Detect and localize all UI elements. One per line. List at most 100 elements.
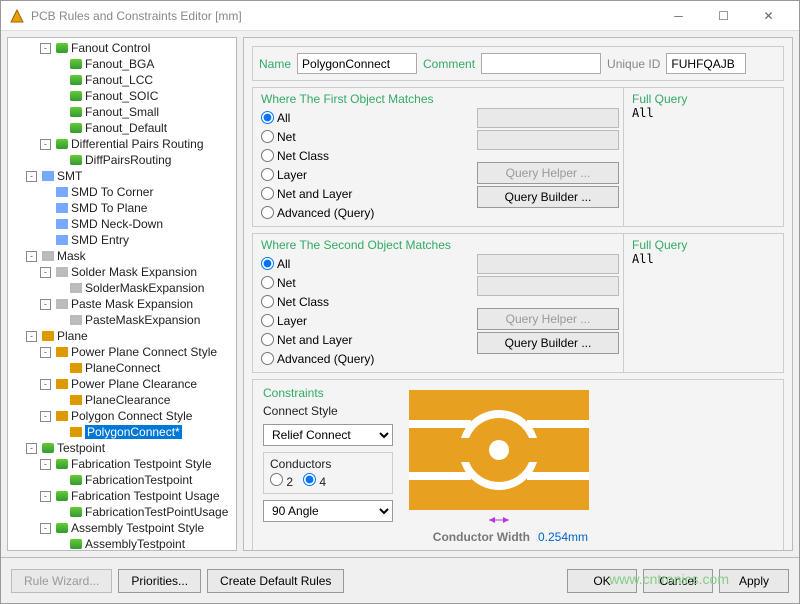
tree-item[interactable]: -Polygon Connect Style: [8, 408, 236, 424]
tree-item[interactable]: FabricationTestPointUsage: [8, 504, 236, 520]
tree-toggle-icon[interactable]: -: [40, 139, 51, 150]
query-helper-button-1[interactable]: Query Helper ...: [477, 162, 619, 184]
tree-item-label: Fabrication Testpoint Usage: [71, 489, 220, 503]
comment-input[interactable]: [481, 53, 601, 74]
create-default-rules-button[interactable]: Create Default Rules: [207, 569, 344, 593]
match-option[interactable]: Advanced (Query): [261, 349, 465, 368]
tree-item[interactable]: SMD To Corner: [8, 184, 236, 200]
air-gap-width-value[interactable]: 0.254mm: [538, 548, 588, 551]
apply-button[interactable]: Apply: [719, 569, 789, 593]
tree-item[interactable]: Fanout_LCC: [8, 72, 236, 88]
match-option[interactable]: Layer: [261, 311, 465, 330]
match-option[interactable]: Advanced (Query): [261, 203, 465, 222]
first-match-dropdown-2[interactable]: [477, 130, 619, 150]
tree-toggle-icon[interactable]: -: [40, 379, 51, 390]
tree-item[interactable]: PasteMaskExpansion: [8, 312, 236, 328]
full-query-text-1: All: [632, 106, 775, 120]
tree-item[interactable]: -Assembly Testpoint Style: [8, 520, 236, 536]
tree-item[interactable]: SolderMaskExpansion: [8, 280, 236, 296]
tree-item[interactable]: SMD Entry: [8, 232, 236, 248]
tree-item[interactable]: SMD Neck-Down: [8, 216, 236, 232]
query-builder-button-2[interactable]: Query Builder ...: [477, 332, 619, 354]
name-input[interactable]: [297, 53, 417, 74]
tree-item-label: Fanout_BGA: [85, 57, 154, 71]
grey-rule-icon: [55, 298, 69, 310]
tree-toggle-icon[interactable]: -: [40, 267, 51, 278]
tree-item[interactable]: Fanout_SOIC: [8, 88, 236, 104]
query-helper-button-2[interactable]: Query Helper ...: [477, 308, 619, 330]
match-option[interactable]: Net and Layer: [261, 330, 465, 349]
green-rule-icon: [55, 138, 69, 150]
tree-item[interactable]: -Solder Mask Expansion: [8, 264, 236, 280]
tree-item[interactable]: Fanout_Small: [8, 104, 236, 120]
conductors-4-option[interactable]: 4: [303, 473, 326, 489]
tree-toggle-icon[interactable]: -: [40, 347, 51, 358]
tree-toggle-icon[interactable]: -: [40, 411, 51, 422]
tree-item[interactable]: -Fanout Control: [8, 40, 236, 56]
tree-item[interactable]: PlaneClearance: [8, 392, 236, 408]
green-rule-icon: [55, 490, 69, 502]
tree-item-label: FabricationTestPointUsage: [85, 505, 228, 519]
grey-rule-icon: [41, 250, 55, 262]
tree-item[interactable]: -Fabrication Testpoint Style: [8, 456, 236, 472]
match-option[interactable]: All: [261, 254, 465, 273]
match-option[interactable]: All: [261, 108, 465, 127]
tree-item[interactable]: -Plane: [8, 328, 236, 344]
match-option[interactable]: Net and Layer: [261, 184, 465, 203]
tree-toggle-icon[interactable]: -: [40, 491, 51, 502]
tree-item[interactable]: - Mask: [8, 248, 236, 264]
conductors-2-option[interactable]: 2: [270, 473, 293, 489]
priorities-button[interactable]: Priorities...: [118, 569, 201, 593]
match-option[interactable]: Layer: [261, 165, 465, 184]
cancel-button[interactable]: Cancel: [643, 569, 713, 593]
tree-item[interactable]: - Fabrication Testpoint Usage: [8, 488, 236, 504]
full-query-title-2: Full Query: [632, 238, 775, 252]
tree-toggle-icon[interactable]: -: [40, 459, 51, 470]
first-match-dropdown[interactable]: [477, 108, 619, 128]
ok-button[interactable]: OK: [567, 569, 637, 593]
conductor-width-value[interactable]: 0.254mm: [538, 530, 588, 544]
uid-input[interactable]: [666, 53, 746, 74]
maximize-button[interactable]: ☐: [701, 1, 746, 31]
green-rule-icon: [55, 458, 69, 470]
tree-toggle-icon[interactable]: -: [40, 299, 51, 310]
close-button[interactable]: ✕: [746, 1, 791, 31]
tree-item[interactable]: SMD To Plane: [8, 200, 236, 216]
green-rule-icon: [69, 506, 83, 518]
match-option[interactable]: Net Class: [261, 292, 465, 311]
tree-item[interactable]: -Differential Pairs Routing: [8, 136, 236, 152]
match-option[interactable]: Net: [261, 273, 465, 292]
minimize-button[interactable]: ─: [656, 1, 701, 31]
tree-toggle-icon[interactable]: -: [26, 171, 37, 182]
tree-item[interactable]: -Power Plane Clearance: [8, 376, 236, 392]
query-builder-button-1[interactable]: Query Builder ...: [477, 186, 619, 208]
match-option[interactable]: Net: [261, 127, 465, 146]
second-match-dropdown[interactable]: [477, 254, 619, 274]
rules-tree[interactable]: -Fanout ControlFanout_BGAFanout_LCCFanou…: [7, 37, 237, 551]
tree-item[interactable]: AssemblyTestpoint: [8, 536, 236, 551]
rule-wizard-button[interactable]: Rule Wizard...: [11, 569, 112, 593]
tree-item[interactable]: DiffPairsRouting: [8, 152, 236, 168]
tree-item[interactable]: PolygonConnect*: [8, 424, 236, 440]
tree-item-label: AssemblyTestpoint: [85, 537, 185, 551]
tree-item[interactable]: -Paste Mask Expansion: [8, 296, 236, 312]
angle-select[interactable]: 90 Angle: [263, 500, 393, 522]
tree-item[interactable]: Fanout_Default: [8, 120, 236, 136]
tree-item[interactable]: -Testpoint: [8, 440, 236, 456]
tree-item[interactable]: -Power Plane Connect Style: [8, 344, 236, 360]
blue-rule-icon: [55, 234, 69, 246]
match-option[interactable]: Net Class: [261, 146, 465, 165]
tree-toggle-icon[interactable]: -: [40, 523, 51, 534]
second-match-dropdown-2[interactable]: [477, 276, 619, 296]
tree-toggle-icon[interactable]: -: [26, 251, 37, 262]
tree-item[interactable]: FabricationTestpoint: [8, 472, 236, 488]
tree-toggle-icon[interactable]: -: [26, 443, 37, 454]
tree-item[interactable]: PlaneConnect: [8, 360, 236, 376]
tree-toggle-icon[interactable]: -: [40, 43, 51, 54]
connect-style-select[interactable]: Relief Connect: [263, 424, 393, 446]
full-query-title-1: Full Query: [632, 92, 775, 106]
tree-item[interactable]: Fanout_BGA: [8, 56, 236, 72]
tree-toggle-icon[interactable]: -: [26, 331, 37, 342]
tree-item-label: Mask: [57, 249, 86, 263]
tree-item[interactable]: -SMT: [8, 168, 236, 184]
